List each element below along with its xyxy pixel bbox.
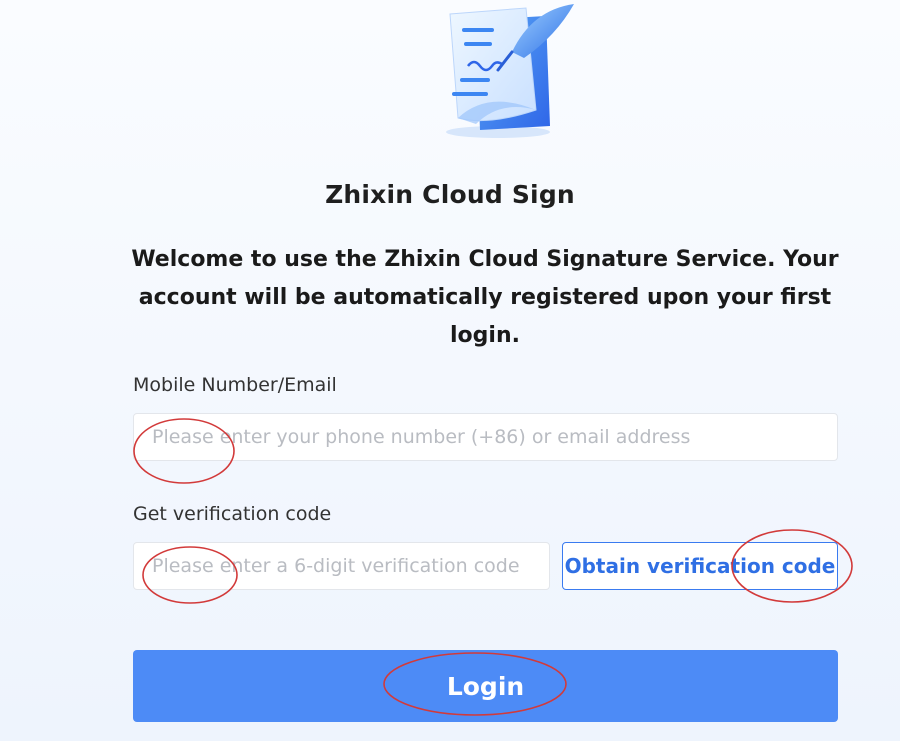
code-label: Get verification code <box>133 503 332 525</box>
logo <box>428 0 578 140</box>
login-button[interactable]: Login <box>133 650 838 722</box>
app-title: Zhixin Cloud Sign <box>325 180 575 209</box>
welcome-message: Welcome to use the Zhixin Cloud Signatur… <box>130 241 840 355</box>
verification-code-input[interactable] <box>133 542 550 590</box>
welcome-line-2: account will be automatically registered… <box>138 285 832 348</box>
account-label: Mobile Number/Email <box>133 374 337 396</box>
account-input[interactable] <box>133 413 838 461</box>
obtain-code-button[interactable]: Obtain verification code <box>562 542 838 590</box>
document-with-quill-icon <box>446 4 574 138</box>
welcome-line-1: Welcome to use the Zhixin Cloud Signatur… <box>131 247 839 272</box>
